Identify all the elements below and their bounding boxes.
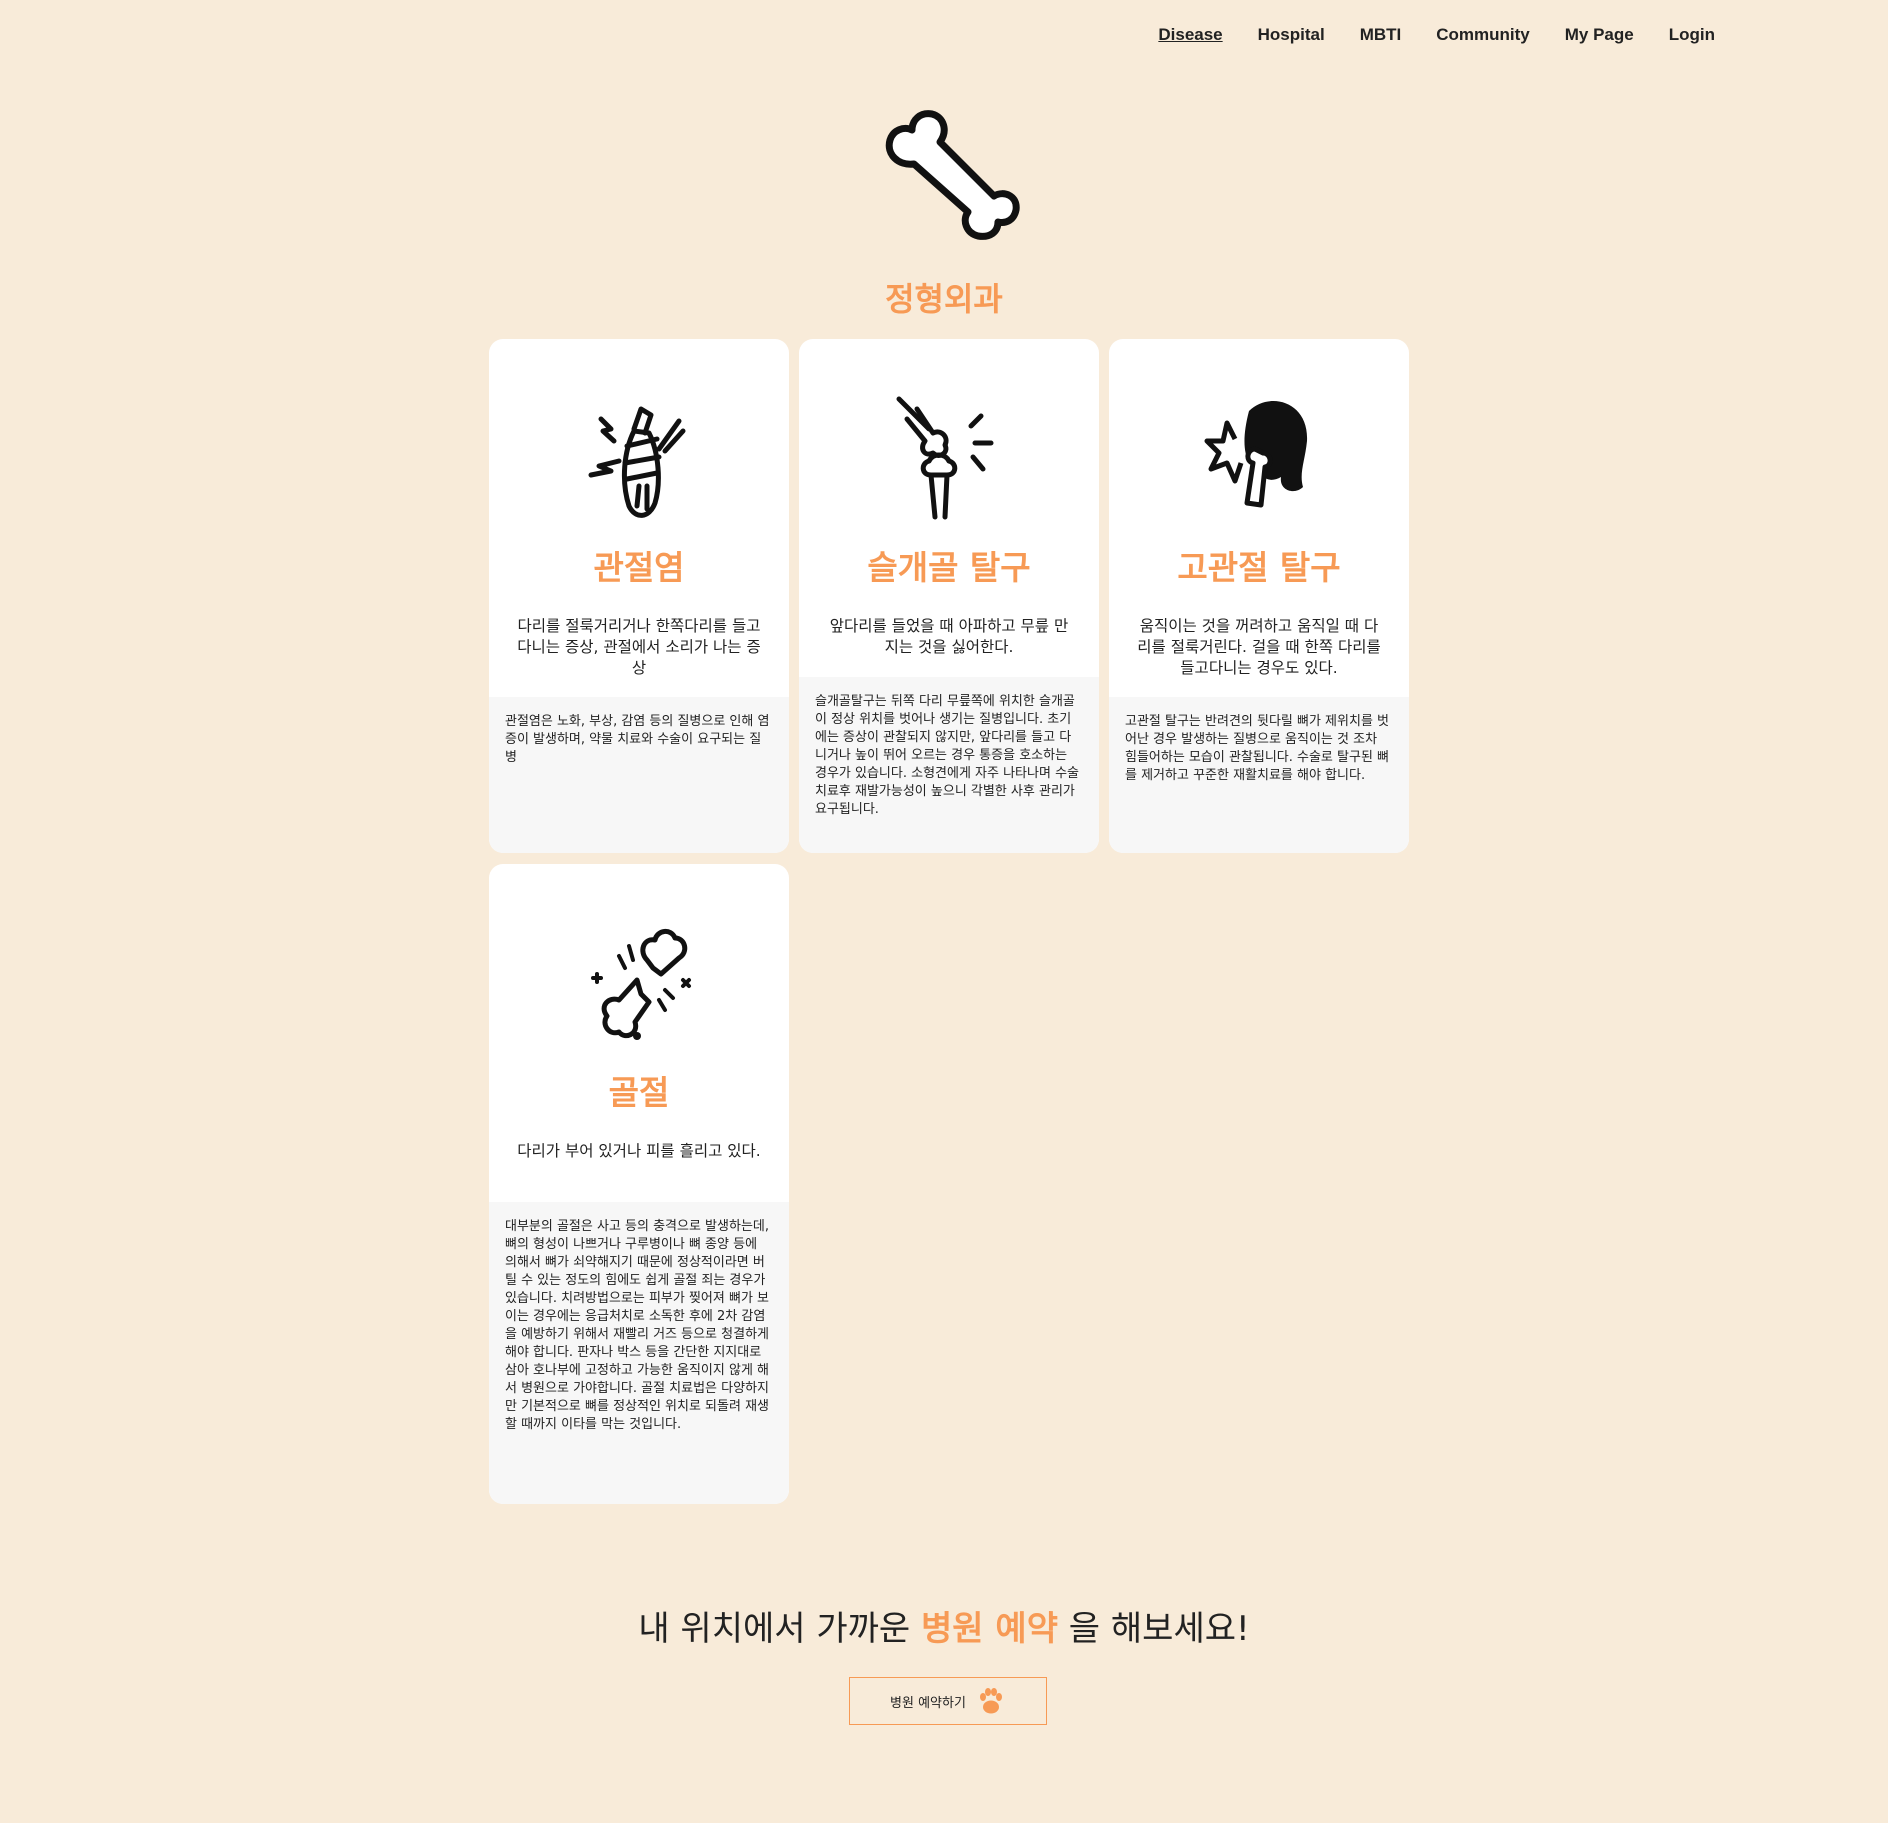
card-title: 슬개골 탈구 [867, 548, 1031, 587]
card-title: 골절 [608, 1073, 670, 1112]
cta-headline: 내 위치에서 가까운 병원 예약 을 해보세요! [0, 1601, 1888, 1650]
card-detail: 고관절 탈구는 반려견의 뒷다릴 뼈가 제위치를 벗어난 경우 발생하는 질병으… [1109, 697, 1409, 853]
bone-icon [885, 110, 1020, 240]
card-title: 고관절 탈구 [1177, 548, 1341, 587]
card-detail: 슬개골탈구는 뒤쪽 다리 무릎쪽에 위치한 슬개골이 정상 위치를 벗어나 생기… [799, 677, 1099, 853]
nav-community[interactable]: Community [1436, 22, 1530, 48]
paw-icon [979, 1688, 1002, 1714]
card-symptom: 앞다리를 들었을 때 아파하고 무릎 만지는 것을 싫어한다. [829, 617, 1069, 656]
card-symptom: 다리를 절룩거리거나 한쪽다리를 들고다니는 증상, 관절에서 소리가 나는 증… [517, 617, 761, 677]
knee-joint-icon [896, 396, 994, 520]
book-hospital-label: 병원 예약하기 [890, 1695, 966, 1711]
card-symptom: 움직이는 것을 꺼려하고 움직일 때 다리를 절룩거린다. 걸을 때 한쪽 다리… [1137, 617, 1381, 677]
card-symptom: 다리가 부어 있거나 피를 흘리고 있다. [517, 1142, 761, 1160]
book-hospital-button[interactable]: 병원 예약하기 [849, 1677, 1047, 1725]
nav-login[interactable]: Login [1669, 22, 1715, 48]
disease-card[interactable]: 슬개골 탈구 앞다리를 들었을 때 아파하고 무릎 만지는 것을 싫어한다. 슬… [799, 339, 1099, 853]
card-title: 관절염 [593, 548, 685, 587]
cta-text-after: 을 해보세요! [1068, 1609, 1250, 1649]
cta-text-before: 내 위치에서 가까운 [638, 1609, 911, 1649]
nav-mbti[interactable]: MBTI [1360, 22, 1402, 48]
nav-hospital[interactable]: Hospital [1258, 22, 1325, 48]
nav-mypage[interactable]: My Page [1565, 22, 1634, 48]
cta-highlight: 병원 예약 [921, 1609, 1058, 1649]
disease-card[interactable]: 고관절 탈구 움직이는 것을 꺼려하고 움직일 때 다리를 절룩거린다. 걸을 … [1109, 339, 1409, 853]
disease-card[interactable]: 골절 다리가 부어 있거나 피를 흘리고 있다. 대부분의 골절은 사고 등의 … [489, 864, 789, 1504]
card-detail: 대부분의 골절은 사고 등의 충격으로 발생하는데, 뼈의 형성이 나쁘거나 구… [489, 1202, 789, 1504]
top-nav: Disease Hospital MBTI Community My Page … [1123, 22, 1715, 48]
disease-card[interactable]: 관절염 다리를 절룩거리거나 한쪽다리를 들고다니는 증상, 관절에서 소리가 … [489, 339, 789, 853]
hip-joint-icon [1204, 401, 1308, 508]
bandaged-leg-icon [588, 406, 686, 518]
broken-bone-icon [591, 929, 691, 1040]
nav-disease[interactable]: Disease [1158, 22, 1222, 48]
section-title: 정형외과 [885, 280, 1003, 318]
card-detail: 관절염은 노화, 부상, 감염 등의 질병으로 인해 염증이 발생하며, 약물 … [489, 697, 789, 853]
